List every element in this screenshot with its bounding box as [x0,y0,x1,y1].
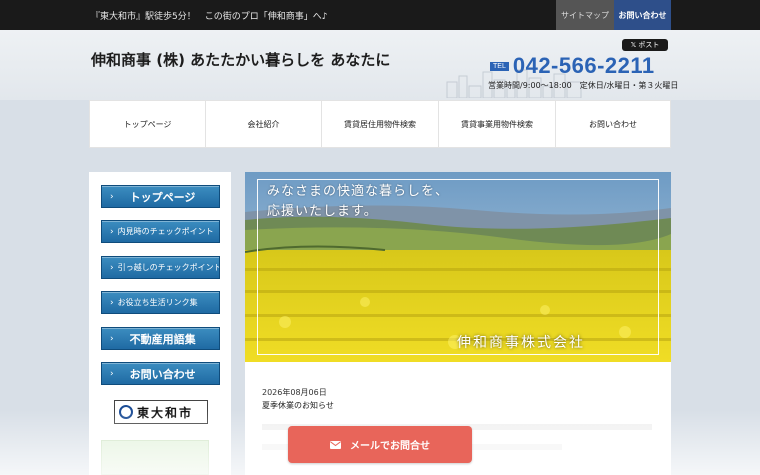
mail-inquiry-label: メールでお問合せ [350,441,430,452]
main-nav: トップページ 会社紹介 賃貸居住用物件検索 賃貸事業用物件検索 お問い合わせ [89,100,671,148]
hero-caption-line2: 応援いたします。 [267,204,378,219]
nav-item-company[interactable]: 会社紹介 [206,101,322,147]
nav-item-commercial-search[interactable]: 賃貸事業用物件検索 [439,101,556,147]
top-contact-button[interactable]: お問い合わせ [614,0,671,30]
chevron-right-icon: › [110,333,114,344]
news-date: 2026年08月06日 [262,388,327,397]
sidebar-item-glossary[interactable]: › 不動産用語集 [101,327,220,350]
sidebar-item-label: お役立ち生活リンク集 [117,298,198,307]
business-hours: 営業時間/9:00～18:00 定休日/水曜日・第３火曜日 [488,81,679,90]
chevron-right-icon: › [110,368,114,379]
sidebar-item-label: 引っ越しのチェックポイント [117,263,220,272]
top-bar: 『東大和市』駅徒歩5分！ この街のプロ「伸和商事」へ♪ サイトマップ お問い合わ… [0,0,760,30]
sitemap-button[interactable]: サイトマップ [556,0,614,30]
sidebar-item-label: 内見時のチェックポイント [117,227,214,236]
header-tagline: 『東大和市』駅徒歩5分！ この街のプロ「伸和商事」へ♪ [91,12,328,22]
sidebar-item-contact[interactable]: › お問い合わせ [101,362,220,385]
tel-label: TEL [490,61,509,71]
site-title[interactable]: 伸和商事 (株) あたたかい暮らしを あなたに [91,49,390,70]
sidebar-item-viewing-checkpoints[interactable]: › 内見時のチェックポイント [101,220,220,243]
chevron-right-icon: › [110,191,114,202]
hero-company-name: 伸和商事株式会社 [457,335,585,351]
sidebar-item-label: トップページ [129,190,196,204]
phone-number[interactable]: TEL 042-566-2211 [490,53,655,79]
chevron-right-icon: › [110,297,114,308]
chevron-right-icon: › [110,262,114,273]
sidebar-item-label: 不動産用語集 [129,332,196,346]
chevron-right-icon: › [110,226,114,237]
x-post-button[interactable]: 𝕏 ポスト [622,39,668,51]
site-header: 伸和商事 (株) あたたかい暮らしを あなたに 𝕏 ポスト TEL 042-56… [0,30,760,100]
sidebar-item-label: お問い合わせ [129,367,196,381]
nav-item-top[interactable]: トップページ [90,101,206,147]
nav-item-contact[interactable]: お問い合わせ [556,101,670,147]
sidebar-item-moving-checkpoints[interactable]: › 引っ越しのチェックポイント [101,256,220,279]
nav-item-residential-search[interactable]: 賃貸居住用物件検索 [322,101,439,147]
tel-number: 042-566-2211 [512,53,655,78]
mail-icon [330,440,341,449]
sidebar-item-useful-links[interactable]: › お役立ち生活リンク集 [101,291,220,314]
hero-image: みなさまの快適な暮らしを、 応援いたします。 伸和商事株式会社 [245,172,671,362]
mail-inquiry-button[interactable]: メールでお問合せ [288,426,472,463]
hero-caption-line1: みなさまの快適な暮らしを、 [267,184,450,199]
sidebar-item-top[interactable]: › トップページ [101,185,220,208]
